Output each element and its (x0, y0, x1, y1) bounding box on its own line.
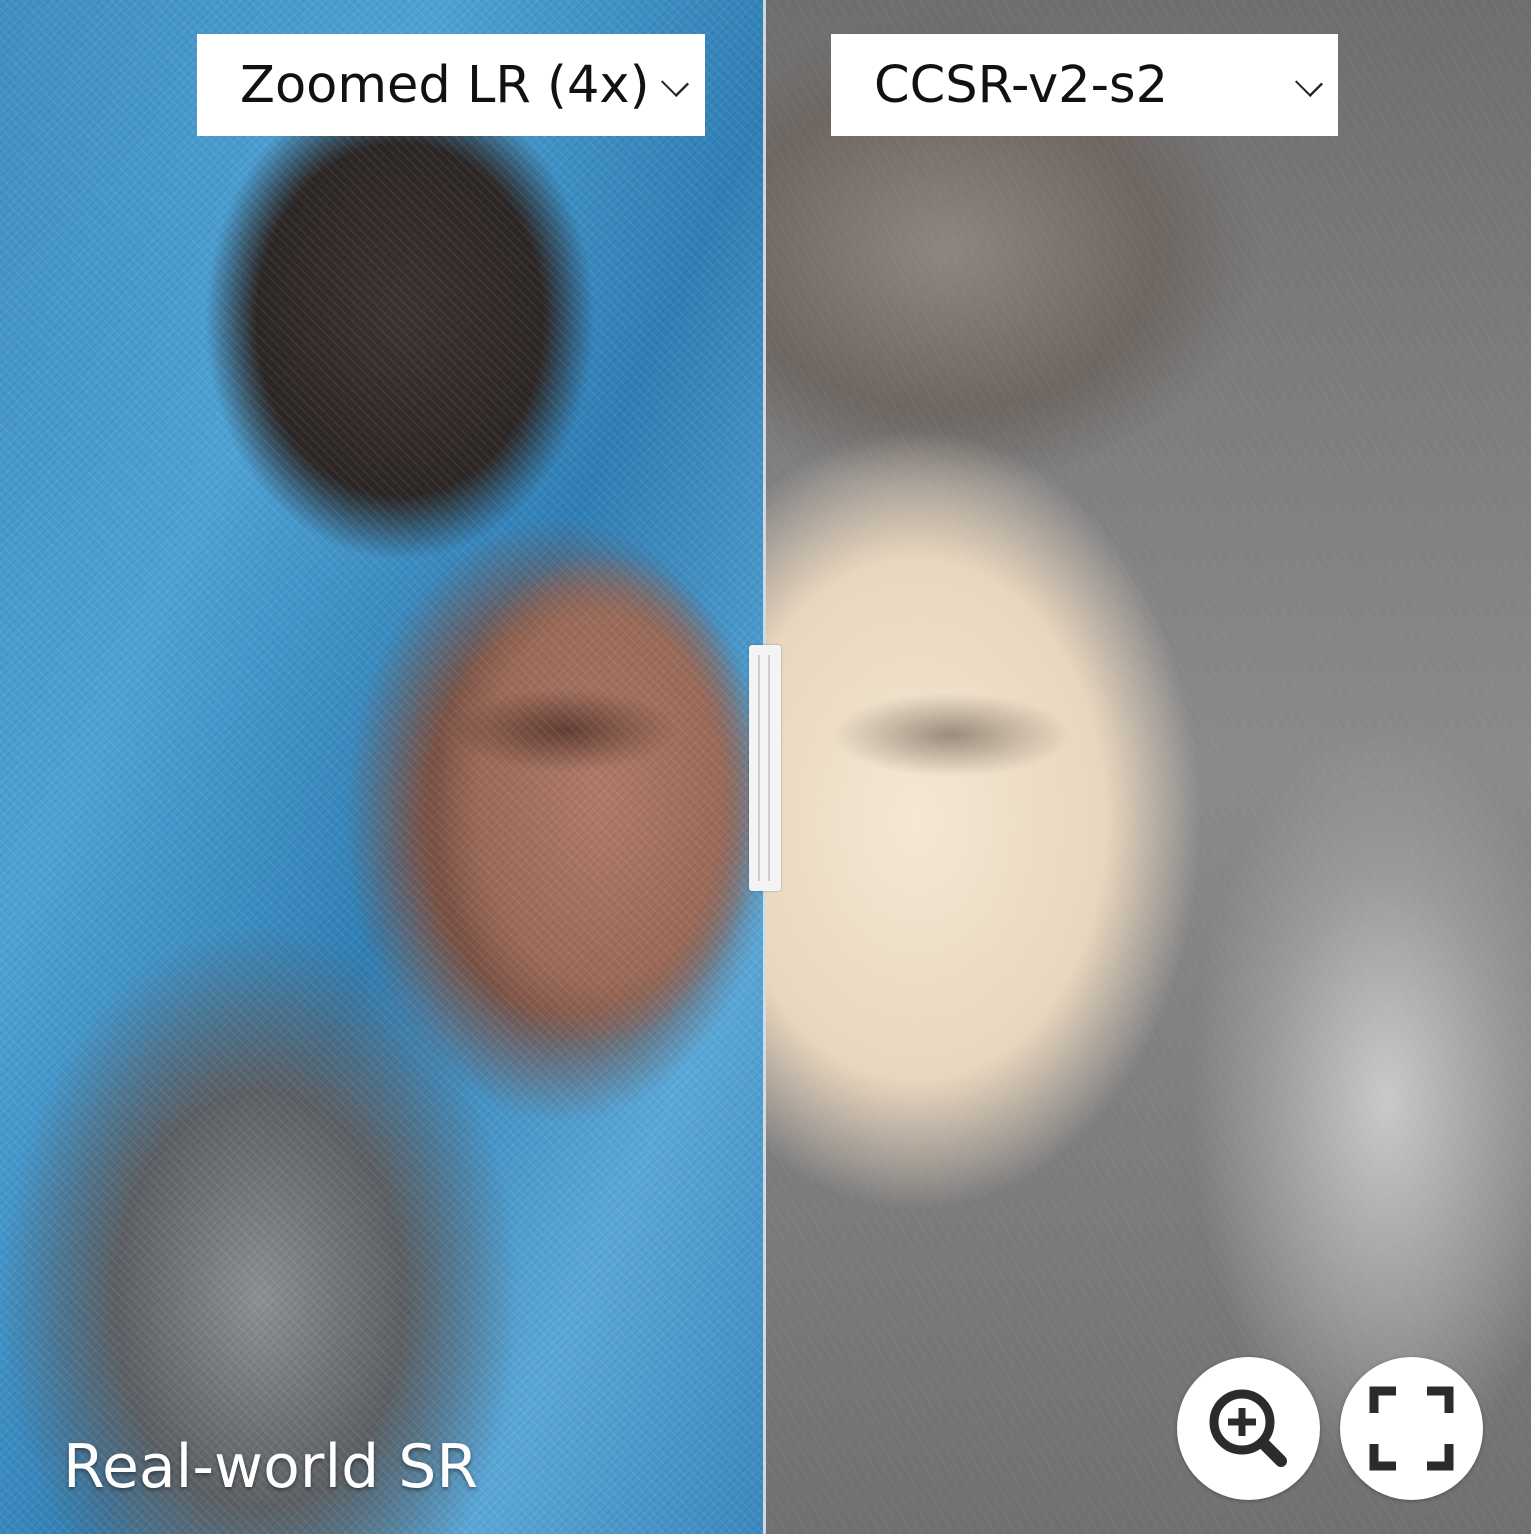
fullscreen-icon (1369, 1386, 1454, 1471)
right-image-pane (766, 0, 1531, 1534)
task-caption: Real-world SR (63, 1432, 479, 1502)
left-method-select[interactable]: Zoomed LR (4x) (197, 34, 705, 136)
chevron-down-icon (1294, 68, 1324, 98)
right-method-select-value: CCSR-v2-s2 (874, 56, 1169, 115)
left-image-pane (0, 0, 766, 1534)
zoom-in-button[interactable] (1177, 1357, 1320, 1500)
right-method-select[interactable]: CCSR-v2-s2 (831, 34, 1338, 136)
drag-handle-icon[interactable] (749, 645, 781, 891)
image-comparison-viewer[interactable]: Zoomed LR (4x) CCSR-v2-s2 Real-world SR (0, 0, 1531, 1534)
zoom-in-icon (1209, 1389, 1287, 1467)
chevron-down-icon (660, 68, 690, 98)
left-method-select-value: Zoomed LR (4x) (240, 56, 650, 115)
fullscreen-button[interactable] (1340, 1357, 1483, 1500)
